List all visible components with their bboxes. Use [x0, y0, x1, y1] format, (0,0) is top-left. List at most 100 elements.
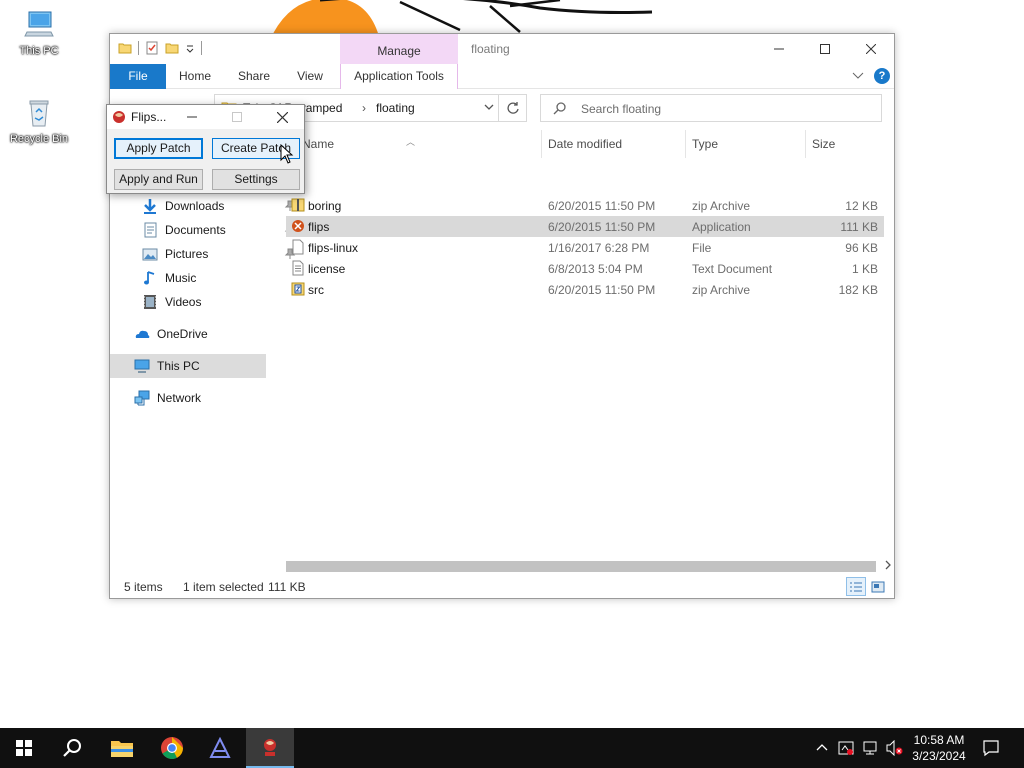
- nav-item-pictures[interactable]: Pictures: [142, 242, 296, 266]
- file-type: File: [692, 241, 712, 255]
- selection-count: 1 item selected: [183, 580, 264, 594]
- file-type: Application: [692, 220, 751, 234]
- desktop-icon-recycle-bin[interactable]: Recycle Bin: [4, 96, 74, 145]
- nav-item-videos[interactable]: Videos: [142, 290, 272, 314]
- file-type: Text Document: [692, 262, 773, 276]
- downloads-icon: [144, 199, 156, 214]
- network-icon[interactable]: [862, 740, 878, 756]
- clock[interactable]: 10:58 AM 3/23/2024: [900, 732, 978, 764]
- windows-logo-icon: [16, 740, 32, 756]
- tab-share[interactable]: Share: [232, 64, 276, 89]
- nav-item-downloads[interactable]: Downloads: [142, 194, 296, 218]
- refresh-button[interactable]: [499, 94, 527, 122]
- apply-patch-button[interactable]: Apply Patch: [114, 138, 203, 159]
- flips-close-button[interactable]: [265, 105, 299, 129]
- help-icon[interactable]: ?: [874, 68, 890, 84]
- file-name: flips: [308, 220, 330, 234]
- refresh-icon: [506, 102, 519, 114]
- chevron-up-icon[interactable]: [816, 742, 828, 752]
- scrollbar-thumb[interactable]: [286, 561, 876, 572]
- toolbar-separator: [201, 41, 202, 55]
- tab-home[interactable]: Home: [172, 64, 218, 89]
- nav-item-documents[interactable]: Documents: [142, 218, 296, 242]
- taskbar-chrome[interactable]: [148, 728, 196, 768]
- notifications-icon[interactable]: [982, 739, 1000, 757]
- flips-minimize-button[interactable]: [175, 105, 209, 129]
- file-date: 1/16/2017 6:28 PM: [548, 241, 650, 255]
- search-input[interactable]: Search floating: [540, 94, 882, 122]
- column-header-name[interactable]: ︿ Name: [276, 130, 542, 158]
- file-row-src[interactable]: src 6/20/2015 11:50 PM zip Archive 182 K…: [286, 279, 884, 300]
- nav-item-onedrive[interactable]: OneDrive: [134, 322, 272, 346]
- close-button[interactable]: [848, 34, 894, 64]
- flips-title: Flips...: [131, 110, 167, 124]
- zip-icon: [291, 198, 305, 212]
- flips-app-icon: [264, 739, 276, 756]
- tab-view[interactable]: View: [290, 64, 330, 89]
- mouse-cursor-icon: [280, 144, 294, 164]
- file-name: flips-linux: [308, 241, 359, 255]
- chrome-icon: [161, 737, 183, 759]
- taskbar-app[interactable]: [196, 728, 244, 768]
- network-icon: [134, 390, 150, 406]
- file-row-flips[interactable]: flips 6/20/2015 11:50 PM Application 111…: [286, 216, 884, 237]
- manage-tab[interactable]: Manage: [340, 34, 458, 64]
- nav-item-network[interactable]: Network: [134, 386, 272, 410]
- file-row-license[interactable]: license 6/8/2013 5:04 PM Text Document 1…: [286, 258, 884, 279]
- pictures-icon: [142, 248, 158, 261]
- horizontal-scrollbar[interactable]: [276, 558, 894, 575]
- minimize-button[interactable]: [756, 34, 802, 64]
- chevron-down-icon[interactable]: [484, 102, 494, 112]
- tab-file[interactable]: File: [110, 64, 166, 89]
- file-list: ︿ Name Date modified Type Size boring 6/…: [276, 126, 886, 566]
- sort-ascending-icon: ︿: [406, 137, 416, 147]
- breadcrumb-current[interactable]: floating: [376, 101, 415, 115]
- nav-item-music[interactable]: Music: [142, 266, 272, 290]
- file-name: license: [308, 262, 346, 276]
- details-view-button[interactable]: [846, 577, 866, 596]
- settings-button[interactable]: Settings: [212, 169, 300, 190]
- customize-toolbar-icon[interactable]: [185, 41, 195, 55]
- search-button[interactable]: [48, 728, 96, 768]
- documents-icon: [144, 222, 157, 238]
- tab-application-tools[interactable]: Application Tools: [340, 64, 458, 89]
- nav-item-label: Pictures: [165, 247, 209, 261]
- desktop-icon-this-pc[interactable]: This PC: [4, 8, 74, 57]
- file-row-boring[interactable]: boring 6/20/2015 11:50 PM zip Archive 12…: [286, 195, 884, 216]
- scroll-right-icon[interactable]: [884, 560, 892, 570]
- nav-item-this-pc[interactable]: This PC: [110, 354, 266, 378]
- large-icons-view-button[interactable]: [868, 577, 888, 596]
- file-date: 6/20/2015 11:50 PM: [548, 199, 656, 213]
- flips-title-bar: Flips...: [107, 105, 304, 129]
- minimize-icon: [187, 116, 197, 118]
- column-header-date[interactable]: Date modified: [542, 130, 686, 158]
- this-pc-icon: [24, 11, 54, 37]
- file-name: boring: [308, 199, 342, 213]
- nav-item-label: OneDrive: [157, 327, 208, 341]
- taskbar-flips[interactable]: [246, 728, 294, 768]
- app-icon: [209, 737, 231, 758]
- nav-item-label: Music: [165, 271, 197, 285]
- file-row-flips-linux[interactable]: flips-linux 1/16/2017 6:28 PM File 96 KB: [286, 237, 884, 258]
- flips-app-icon: [113, 111, 125, 123]
- tray-app-icon[interactable]: [838, 740, 854, 756]
- flips-app-icon: [292, 220, 304, 232]
- quick-access-toolbar: [118, 41, 202, 55]
- new-folder-icon[interactable]: [165, 41, 179, 55]
- desktop-icon-label: Recycle Bin: [9, 133, 69, 145]
- column-header-type[interactable]: Type: [686, 130, 806, 158]
- toolbar-separator: [138, 41, 139, 55]
- start-button[interactable]: [0, 728, 48, 768]
- title-bar: Manage floating: [110, 34, 894, 64]
- maximize-button[interactable]: [802, 34, 848, 64]
- column-header-size[interactable]: Size: [806, 130, 884, 158]
- window-title: floating: [471, 42, 510, 56]
- expand-ribbon-icon[interactable]: [852, 72, 864, 80]
- apply-and-run-button[interactable]: Apply and Run: [114, 169, 203, 190]
- nav-item-label: Network: [157, 391, 202, 405]
- taskbar-file-explorer[interactable]: [98, 728, 146, 768]
- large-icons-view-icon: [871, 581, 885, 592]
- properties-icon[interactable]: [145, 41, 159, 55]
- text-document-icon: [292, 260, 304, 276]
- flips-maximize-button: [220, 105, 254, 129]
